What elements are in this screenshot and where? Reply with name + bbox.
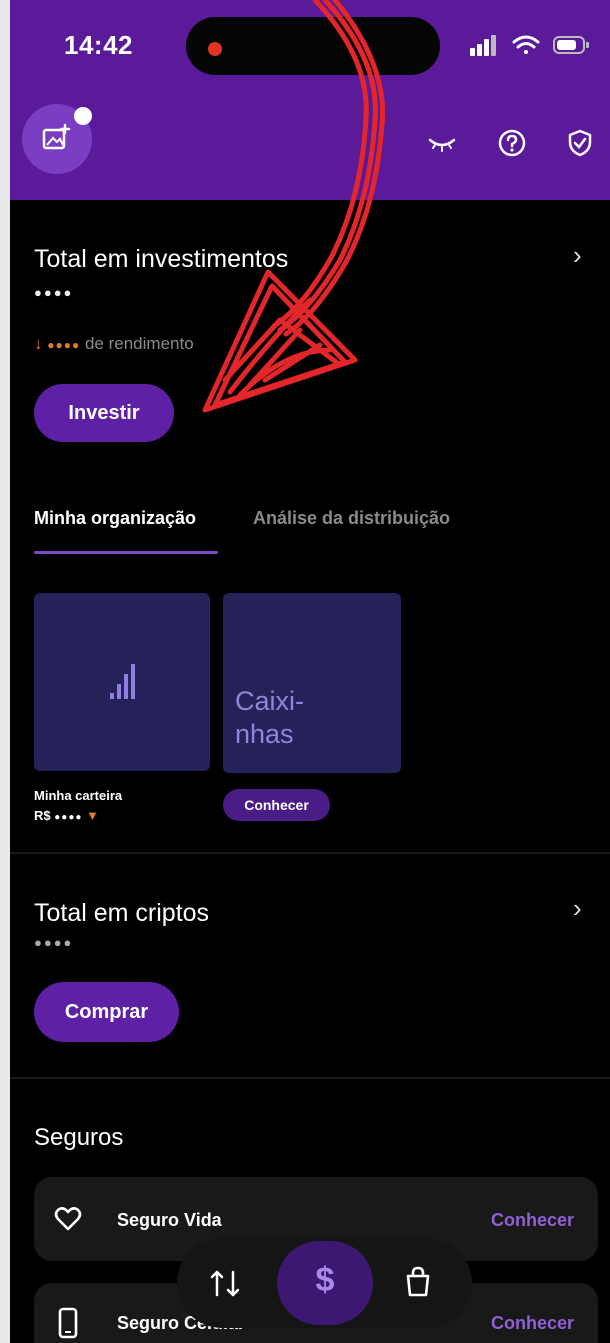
active-tab-indicator bbox=[34, 551, 218, 554]
heart-icon bbox=[54, 1207, 82, 1231]
dollar-symbol: $ bbox=[315, 1261, 335, 1299]
insurance-conhecer-link[interactable]: Conhecer bbox=[491, 1313, 574, 1334]
caixinhas-conhecer-button[interactable]: Conhecer bbox=[223, 789, 330, 821]
app-screen: 14:42 Total em investimentos › ●●●● ↓ ●●… bbox=[10, 0, 610, 1343]
crypto-title[interactable]: Total em criptos bbox=[34, 899, 209, 928]
divider bbox=[10, 1077, 610, 1079]
bottom-nav: $ bbox=[177, 1238, 472, 1328]
annotation-arrow bbox=[202, 0, 386, 413]
wallet-card-name: Minha carteira bbox=[34, 788, 123, 803]
wallet-down-triangle-icon: ▼ bbox=[86, 808, 99, 823]
insurance-item-label: Seguro Vida bbox=[117, 1210, 222, 1230]
shopping-bag-icon[interactable] bbox=[404, 1266, 432, 1298]
caixinhas-card-title: Caixi- nhas bbox=[235, 686, 305, 749]
crypto-value: ●●●● bbox=[34, 935, 74, 950]
transfer-arrows-icon[interactable] bbox=[209, 1268, 243, 1298]
buy-crypto-button[interactable]: Comprar bbox=[34, 982, 179, 1042]
wallet-card-value: R$ ●●●● ▼ bbox=[34, 808, 99, 823]
insurance-conhecer-link[interactable]: Conhecer bbox=[491, 1210, 574, 1231]
phone-icon bbox=[58, 1307, 78, 1339]
wallet-currency: R$ bbox=[34, 808, 51, 823]
crypto-chevron-icon[interactable]: › bbox=[573, 893, 582, 924]
wallet-card[interactable] bbox=[34, 593, 210, 771]
divider bbox=[10, 852, 610, 854]
caixinhas-card[interactable]: Caixi- nhas bbox=[223, 593, 401, 773]
insurance-title: Seguros bbox=[34, 1124, 124, 1151]
wallet-masked-value: ●●●● bbox=[54, 812, 83, 823]
dollar-icon[interactable]: $ bbox=[277, 1241, 373, 1325]
bar-chart-icon bbox=[110, 664, 135, 699]
